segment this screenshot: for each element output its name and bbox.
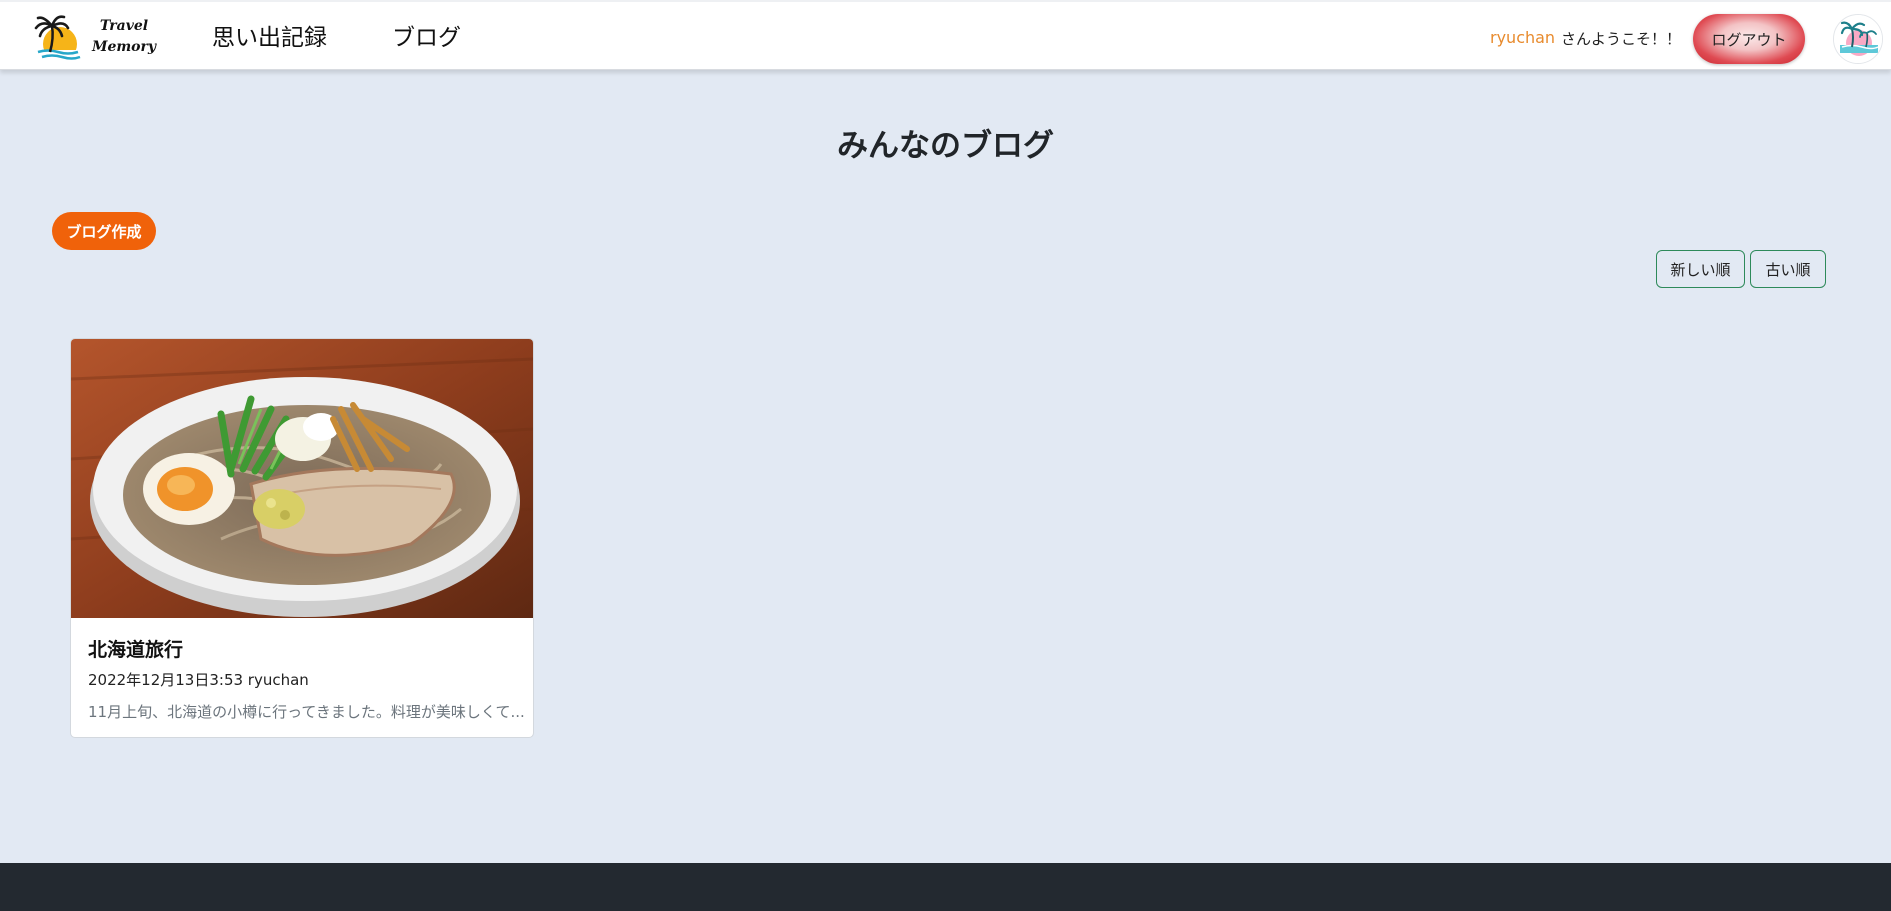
nav-memories-link[interactable]: 思い出記録 xyxy=(212,18,327,52)
palm-beach-icon xyxy=(1834,15,1882,63)
create-blog-button[interactable]: ブログ作成 xyxy=(52,212,156,250)
ramen-bowl-image[interactable] xyxy=(71,339,533,618)
site-footer xyxy=(0,863,1891,911)
page-title: みんなのブログ xyxy=(837,128,1054,164)
card-excerpt: 11月上旬、北海道の小樽に行ってきました。料理が美味しくて... xyxy=(88,703,525,721)
logout-button[interactable]: ログアウト xyxy=(1693,14,1805,64)
card-meta: 2022年12月13日3:53 ryuchan xyxy=(88,671,309,689)
logo-line-2: Memory xyxy=(91,39,157,55)
logo-line-1: Travel xyxy=(99,18,149,34)
site-logo[interactable]: Travel Memory xyxy=(34,14,159,64)
sort-newest-button[interactable]: 新しい順 xyxy=(1656,250,1745,288)
welcome-text: さんようこそ！！ xyxy=(1561,30,1682,48)
palm-tree-sunset-icon xyxy=(34,15,88,64)
logo-text: Travel Memory xyxy=(88,16,160,58)
avatar[interactable] xyxy=(1833,14,1883,64)
site-header: Travel Memory 思い出記録 ブログ ryuchan さんようこそ！！… xyxy=(0,0,1891,70)
sort-oldest-button[interactable]: 古い順 xyxy=(1750,250,1826,288)
username: ryuchan xyxy=(1490,28,1556,47)
blog-card[interactable]: 北海道旅行 2022年12月13日3:53 ryuchan 11月上旬、北海道の… xyxy=(70,338,534,738)
card-title[interactable]: 北海道旅行 xyxy=(88,635,183,662)
nav-blog-link[interactable]: ブログ xyxy=(392,18,461,52)
